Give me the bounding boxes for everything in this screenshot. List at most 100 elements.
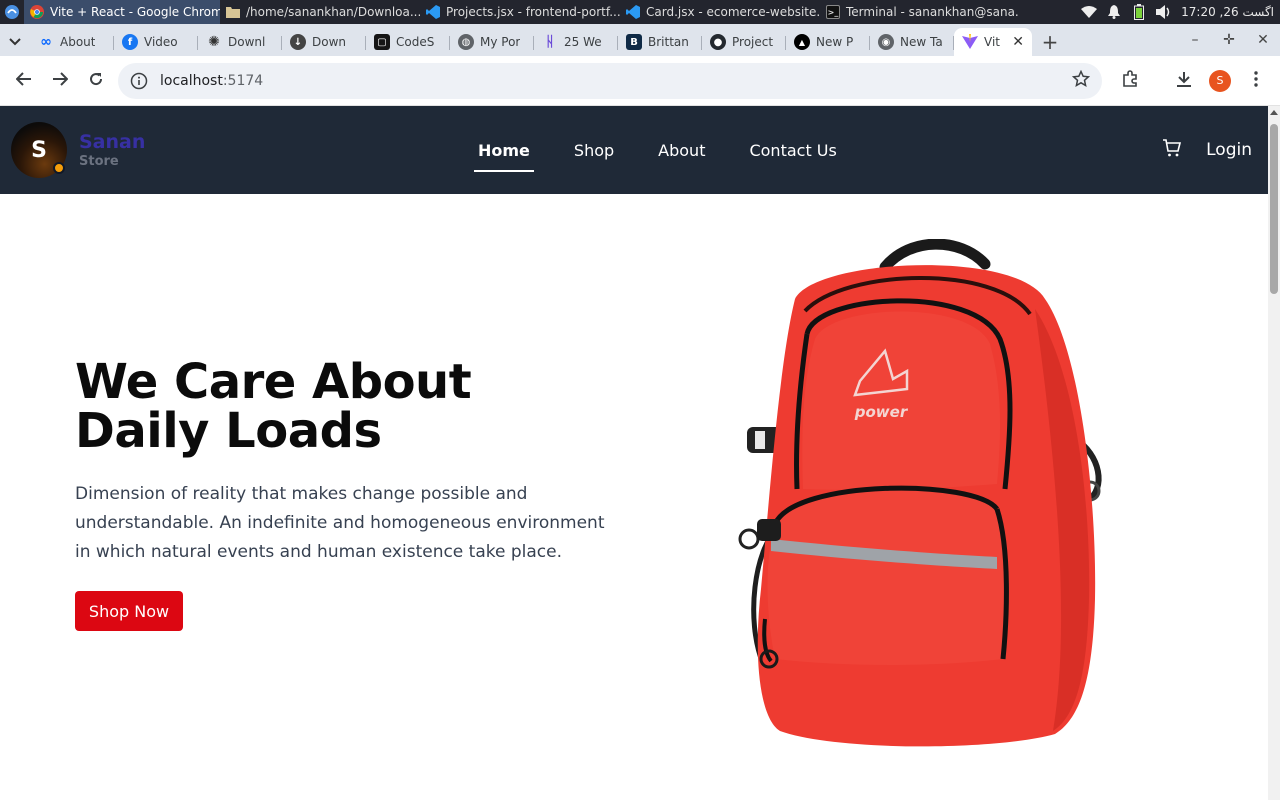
hero-description: Dimension of reality that makes change p… (75, 484, 605, 562)
site-navbar: S Sanan Store Home Shop About Contact Us… (0, 106, 1280, 194)
system-tray: 17:20 ,26 اگست (1081, 0, 1274, 24)
vercel-icon: ▲ (794, 34, 810, 50)
github-icon: ● (710, 34, 726, 50)
browser-tab[interactable]: ◍ My Por (450, 28, 534, 56)
profile-avatar: S (1209, 69, 1231, 92)
bag-logo-text: power (854, 403, 909, 421)
main-nav: Home Shop About Contact Us (474, 106, 841, 194)
chrome-icon (30, 5, 44, 19)
nav-link-home[interactable]: Home (474, 106, 534, 194)
login-link[interactable]: Login (1206, 140, 1252, 160)
url-port: :5174 (222, 72, 264, 89)
extensions-button[interactable] (1112, 63, 1148, 99)
hero-title-line-1: We Care About (75, 354, 472, 410)
browser-tab[interactable]: ◉ New Ta (870, 28, 954, 56)
site-info-icon[interactable] (130, 72, 148, 90)
chrome-icon: ◉ (878, 34, 894, 50)
browser-tab[interactable]: ∞ About (30, 28, 114, 56)
taskbar-window-vscode-card[interactable]: Card.jsx - ecomerce-website... (620, 0, 820, 24)
taskbar-window-vscode-projects[interactable]: Projects.jsx - frontend-portf... (420, 0, 620, 24)
meta-icon: ∞ (40, 34, 52, 50)
browser-tab[interactable]: ▢ CodeS (366, 28, 450, 56)
brand[interactable]: Sanan Store (79, 130, 146, 169)
address-bar[interactable]: localhost:5174 (118, 62, 1102, 99)
chevron-down-icon (9, 31, 21, 50)
vite-icon (962, 34, 978, 50)
codesandbox-icon: ▢ (374, 34, 390, 50)
globe-icon: ◍ (458, 34, 474, 50)
hero-title: We Care About Daily Loads (75, 358, 472, 459)
maximize-icon[interactable]: ✛ (1212, 32, 1246, 48)
web-page: S Sanan Store Home Shop About Contact Us… (0, 106, 1280, 800)
taskbar-window-label: Terminal - sanankhan@sana... (846, 5, 1020, 19)
scroll-up-arrow-icon[interactable] (1270, 110, 1278, 115)
puzzle-icon (1121, 69, 1139, 92)
brand-subtitle: Store (79, 153, 119, 169)
tab-label: CodeS (396, 35, 435, 49)
taskbar-window-files[interactable]: /home/sanankhan/Downloa... (220, 0, 420, 24)
kebab-menu-icon (1254, 70, 1258, 91)
tab-label: Brittan (648, 35, 689, 49)
browser-tab[interactable]: ● Project (702, 28, 786, 56)
folder-icon (226, 5, 240, 19)
logo-status-dot (53, 162, 65, 174)
browser-tab[interactable]: ᚺ 25 We (534, 28, 618, 56)
clock[interactable]: 17:20 ,26 اگست (1181, 5, 1274, 19)
nav-link-shop[interactable]: Shop (570, 106, 618, 194)
os-taskbar: Vite + React - Google Chrome /home/sanan… (0, 0, 1280, 24)
taskbar-window-terminal[interactable]: >_ Terminal - sanankhan@sana... (820, 0, 1020, 24)
facebook-icon: f (122, 34, 138, 50)
tab-label: My Por (480, 35, 521, 49)
shop-now-button[interactable]: Shop Now (75, 591, 183, 631)
nav-actions: Login (1162, 106, 1252, 194)
britannica-icon: B (626, 34, 642, 50)
browser-tab[interactable]: ✺ Downl (198, 28, 282, 56)
web-icon: ᚺ (545, 34, 555, 50)
page-scrollbar[interactable] (1268, 106, 1280, 800)
profile-button[interactable]: S (1202, 63, 1238, 99)
download-icon (1176, 71, 1192, 91)
browser-tab[interactable]: f Video (114, 28, 198, 56)
arrow-left-icon (15, 71, 32, 90)
app-menu-icon[interactable] (0, 0, 24, 24)
url-host: localhost (160, 72, 223, 89)
store-logo[interactable]: S (11, 122, 67, 178)
browser-tab[interactable]: B Brittan (618, 28, 702, 56)
window-controls: – ✛ ✕ (1178, 24, 1280, 56)
terminal-icon: >_ (826, 5, 840, 19)
volume-icon[interactable] (1156, 4, 1172, 20)
downloads-button[interactable] (1166, 63, 1202, 99)
taskbar-window-chrome[interactable]: Vite + React - Google Chrome (24, 0, 220, 24)
backpack-image: power (738, 239, 1102, 747)
tab-search-button[interactable] (0, 25, 30, 55)
nav-link-contact[interactable]: Contact Us (745, 106, 840, 194)
browser-tab-strip: ∞ About f Video ✺ Downl ↓ Down ▢ CodeS ◍… (0, 24, 1280, 56)
tab-label: Vit (984, 35, 1000, 49)
browser-tab[interactable]: ↓ Down (282, 28, 366, 56)
scrollbar-thumb[interactable] (1270, 124, 1278, 294)
tab-label: Downl (228, 35, 266, 49)
browser-menu-button[interactable] (1238, 63, 1274, 99)
hero-title-line-2: Daily Loads (75, 403, 382, 459)
tab-label: Down (312, 35, 347, 49)
new-tab-button[interactable]: + (1036, 28, 1064, 56)
wifi-icon[interactable] (1081, 4, 1098, 20)
bookmark-star-icon[interactable] (1071, 69, 1091, 92)
browser-tab[interactable]: ▲ New P (786, 28, 870, 56)
minimize-icon[interactable]: – (1178, 32, 1212, 48)
tab-label: New Ta (900, 35, 943, 49)
brand-name: Sanan (79, 130, 146, 153)
battery-icon[interactable] (1131, 4, 1147, 20)
reload-icon (88, 71, 104, 91)
browser-tab-active[interactable]: Vit ✕ (954, 28, 1032, 56)
tab-label: 25 We (564, 35, 602, 49)
close-tab-icon[interactable]: ✕ (1012, 34, 1024, 50)
cart-icon[interactable] (1162, 138, 1182, 162)
forward-button[interactable] (42, 63, 78, 99)
notification-bell-icon[interactable] (1106, 4, 1122, 20)
reload-button[interactable] (78, 63, 114, 99)
back-button[interactable] (6, 63, 42, 99)
close-window-icon[interactable]: ✕ (1246, 32, 1280, 48)
tab-label: Video (144, 35, 178, 49)
nav-link-about[interactable]: About (654, 106, 709, 194)
